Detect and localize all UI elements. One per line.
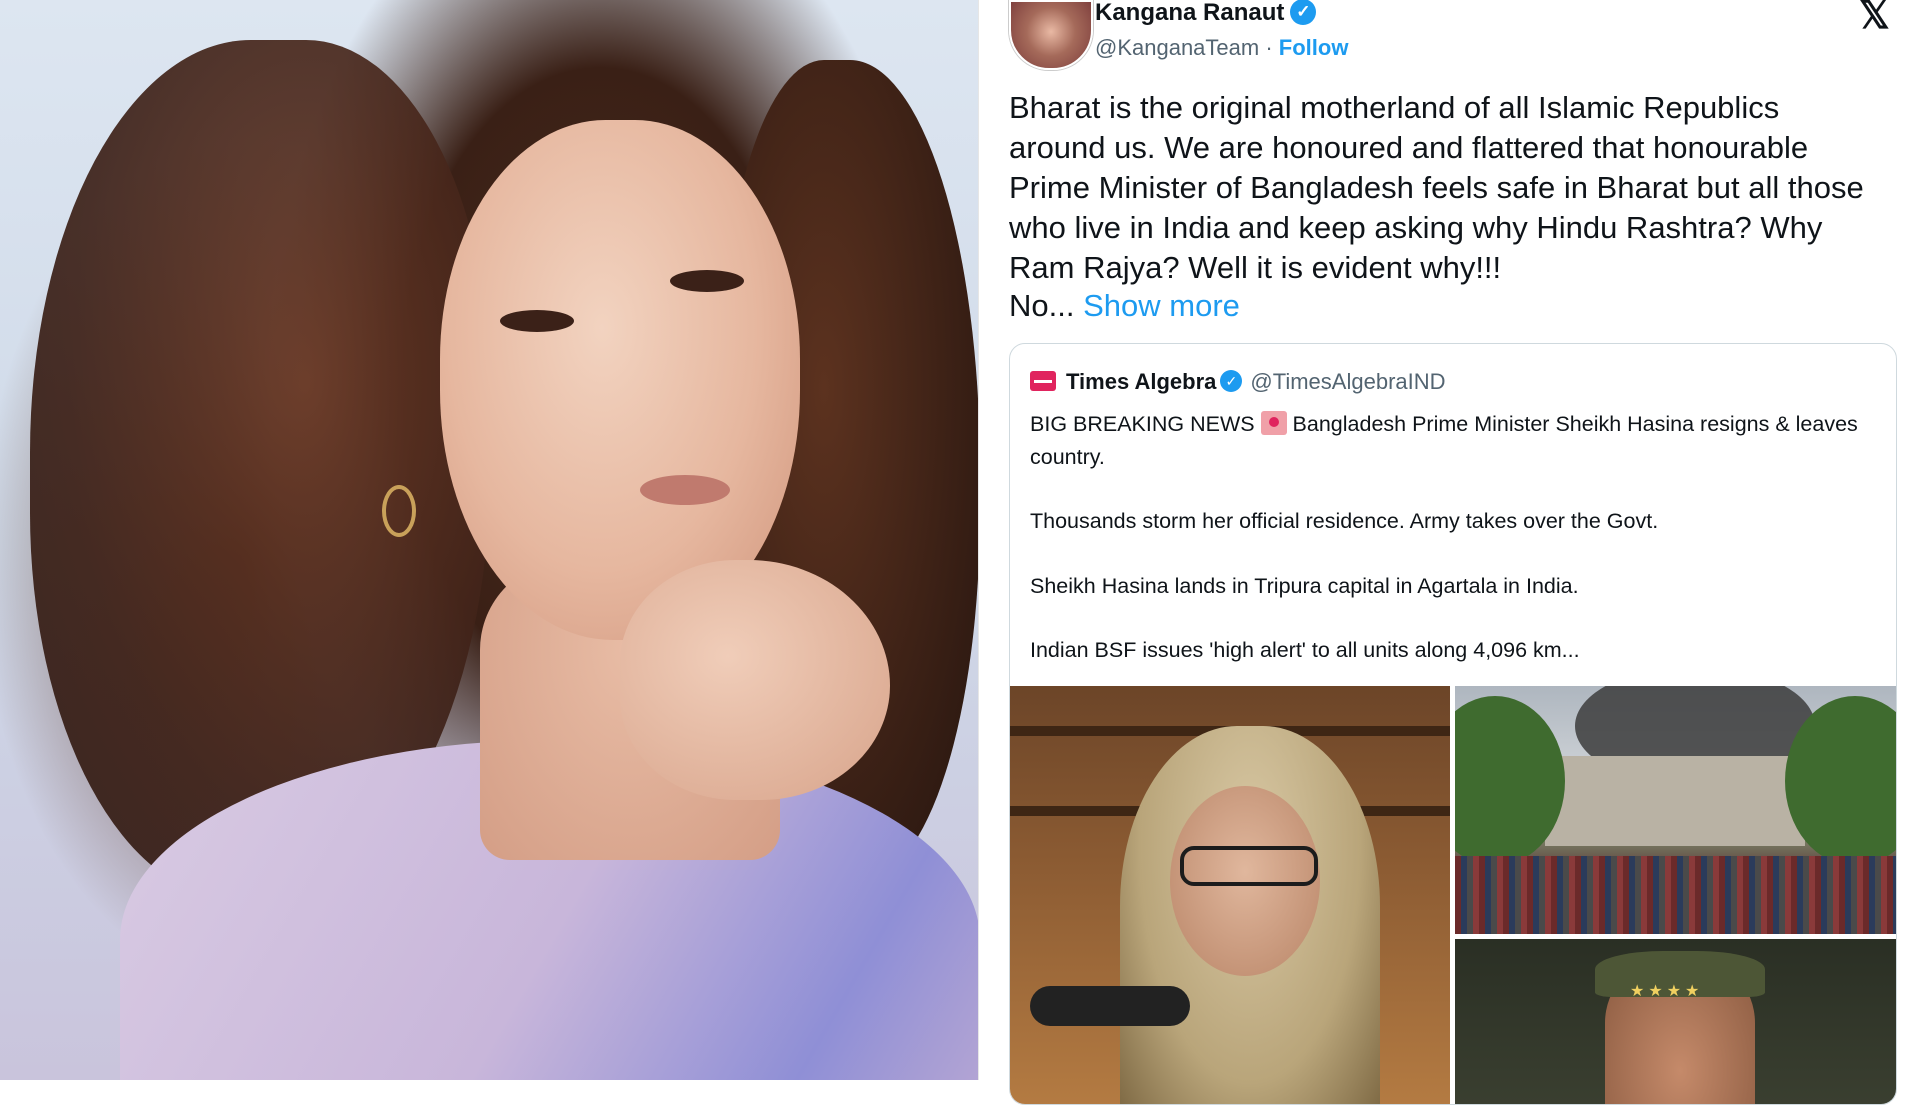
quoted-tweet-body: BIG BREAKING NEWS Bangladesh Prime Minis… bbox=[1030, 408, 1880, 667]
earring-shape bbox=[382, 485, 416, 537]
microphone-shape bbox=[1030, 986, 1190, 1026]
siren-icon bbox=[1260, 411, 1287, 436]
verified-badge-icon: ✓ bbox=[1220, 370, 1243, 393]
quoted-paragraph: Sheikh Hasina lands in Tripura capital i… bbox=[1030, 573, 1579, 598]
show-more-link[interactable]: Show more bbox=[1083, 288, 1240, 323]
tweet-card: Kangana Ranaut ✓ @KanganaTeam · Follow 𝕏 … bbox=[978, 0, 1920, 1105]
avatar[interactable] bbox=[1009, 0, 1093, 70]
media-photo-crowd[interactable] bbox=[1455, 686, 1896, 934]
follow-button[interactable]: Follow bbox=[1279, 35, 1349, 60]
author-handle[interactable]: @KanganaTeam bbox=[1095, 35, 1259, 60]
quoted-paragraph: Thousands storm her official residence. … bbox=[1030, 509, 1659, 533]
author-name-text[interactable]: Kangana Ranaut bbox=[1095, 0, 1284, 26]
quoted-paragraph: Indian BSF issues 'high alert' to all un… bbox=[1030, 638, 1580, 662]
quoted-author-name[interactable]: Times Algebra bbox=[1066, 369, 1216, 394]
verified-badge-icon: ✓ bbox=[1290, 0, 1317, 25]
media-photo-speaker[interactable] bbox=[1010, 686, 1450, 1104]
quoted-media-grid: ★★★★ bbox=[1010, 686, 1896, 1104]
quoted-breaking-label: BIG BREAKING NEWS bbox=[1030, 412, 1261, 436]
truncated-line: No... Show more bbox=[1009, 286, 1240, 326]
tweet-text: Bharat is the original motherland of all… bbox=[1009, 90, 1864, 285]
portrait-photo bbox=[0, 0, 978, 1080]
quoted-tweet-header: Times Algebra ✓ @TimesAlgebraIND bbox=[1030, 368, 1446, 396]
stars-decoration: ★★★★ bbox=[1630, 983, 1704, 1000]
quoted-tweet[interactable]: Times Algebra ✓ @TimesAlgebraIND BIG BREAK… bbox=[1009, 343, 1897, 1105]
separator-dot: · bbox=[1259, 35, 1279, 60]
x-logo-icon[interactable]: 𝕏 bbox=[1859, 0, 1890, 36]
eye-shape bbox=[500, 310, 574, 332]
quoted-paragraph: BIG BREAKING NEWS Bangladesh Prime Minis… bbox=[1030, 408, 1880, 473]
author-handle-line: @KanganaTeam · Follow bbox=[1095, 34, 1348, 62]
media-photo-officer[interactable]: ★★★★ bbox=[1455, 939, 1896, 1104]
glasses-shape bbox=[1180, 846, 1318, 886]
quoted-author-handle[interactable]: @TimesAlgebraIND bbox=[1250, 369, 1445, 394]
newspaper-icon bbox=[1030, 371, 1056, 392]
truncated-text: No... bbox=[1009, 288, 1084, 323]
lips-shape bbox=[640, 475, 730, 505]
author-name[interactable]: Kangana Ranaut ✓ bbox=[1095, 0, 1317, 27]
crowd-shape bbox=[1455, 856, 1896, 934]
eye-shape bbox=[670, 270, 744, 292]
building-shape bbox=[1545, 756, 1805, 846]
